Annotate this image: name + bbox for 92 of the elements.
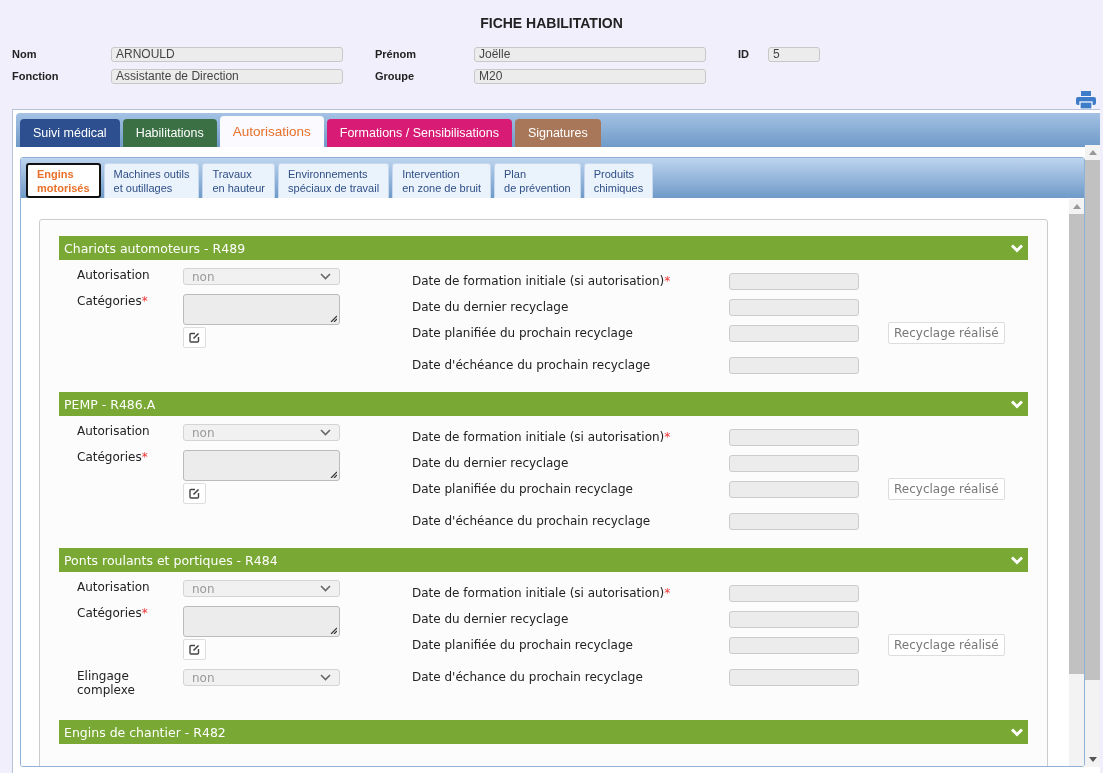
date-field[interactable]	[729, 668, 859, 686]
field-label: Date d'échéance du prochain recyclage	[412, 514, 652, 528]
field-label: Catégories*	[77, 450, 149, 466]
date-field[interactable]	[729, 636, 859, 654]
tab[interactable]: Signatures	[514, 119, 601, 147]
tab[interactable]: Autorisations	[219, 116, 324, 147]
scrollbar[interactable]	[1069, 199, 1084, 766]
field-label: Date de formation initiale (si autorisation)*	[412, 586, 672, 600]
recycling-done-button[interactable]: Recyclage réalisé	[888, 634, 1005, 656]
field-label: Autorisation	[77, 580, 151, 596]
select-field[interactable]: non	[183, 268, 340, 285]
section-title: Chariots automoteurs - R489	[64, 240, 246, 256]
input-field[interactable]: M20	[474, 68, 706, 84]
input-field[interactable]: Assistante de Direction	[111, 68, 343, 84]
edit-button[interactable]	[183, 327, 206, 348]
section-title: Engins de chantier - R482	[64, 724, 226, 740]
date-field[interactable]	[729, 584, 859, 602]
tab[interactable]: Intervention en zone de bruit	[392, 163, 491, 198]
recycling-done-button[interactable]: Recyclage réalisé	[888, 478, 1005, 500]
field-label: Date du dernier recyclage	[412, 612, 570, 626]
select-field[interactable]: non	[183, 669, 340, 686]
date-field[interactable]	[729, 324, 859, 342]
scroll-up-icon[interactable]	[1072, 204, 1081, 209]
chevron-down-icon	[320, 273, 331, 280]
field-label: Date du dernier recyclage	[412, 300, 570, 314]
field-label: Groupe	[375, 70, 416, 82]
edit-icon	[189, 488, 200, 499]
tab[interactable]: Produits chimiques	[583, 163, 654, 198]
chevron-down-icon	[320, 429, 331, 436]
date-field[interactable]	[729, 610, 859, 628]
resize-grip-icon[interactable]	[330, 627, 337, 634]
field-label: Autorisation	[77, 424, 151, 440]
section-title: Ponts roulants et portiques - R484	[64, 552, 278, 568]
scroll-up-icon[interactable]	[1088, 150, 1097, 155]
section-title: PEMP - R486.A	[64, 396, 156, 412]
section-header[interactable]: PEMP - R486.A	[59, 392, 1028, 416]
input-field[interactable]: 5	[768, 46, 820, 62]
field-label: Date d'échéance du prochain recyclage	[412, 358, 652, 372]
input-field[interactable]: ARNOULD	[111, 46, 343, 62]
field-label: Date planifiée du prochain recyclage	[412, 638, 634, 652]
date-field[interactable]	[729, 298, 859, 316]
tab[interactable]: Travaux en hauteur	[202, 163, 275, 198]
date-field[interactable]	[729, 428, 859, 446]
input-field[interactable]: Joëlle	[474, 46, 706, 62]
chevron-down-icon	[320, 674, 331, 681]
section-header[interactable]: Engins de chantier - R482	[59, 720, 1028, 744]
resize-grip-icon[interactable]	[330, 471, 337, 478]
tab[interactable]: Formations / Sensibilisations	[326, 119, 512, 147]
chevron-down-icon	[320, 585, 331, 592]
chevron-down-icon[interactable]	[1011, 727, 1023, 737]
tab[interactable]: Environnements spéciaux de travail	[278, 163, 390, 198]
edit-icon	[189, 644, 200, 655]
edit-button[interactable]	[183, 639, 206, 660]
field-label: Autorisation	[77, 268, 151, 284]
field-label: Prénom	[375, 48, 417, 60]
tab[interactable]: Plan de prévention	[494, 163, 581, 198]
date-field[interactable]	[729, 454, 859, 472]
field-label: Date de formation initiale (si autorisation)*	[412, 274, 672, 288]
edit-button[interactable]	[183, 483, 206, 504]
print-icon[interactable]	[1076, 91, 1096, 109]
section-header[interactable]: Ponts roulants et portiques - R484	[59, 548, 1028, 572]
resize-grip-icon[interactable]	[330, 315, 337, 322]
field-label: Date d'échance du prochain recyclage	[412, 670, 644, 684]
chevron-down-icon[interactable]	[1011, 243, 1023, 253]
edit-icon	[189, 332, 200, 343]
field-label: Nom	[12, 48, 38, 60]
field-label: Date planifiée du prochain recyclage	[412, 326, 634, 340]
date-field[interactable]	[729, 512, 859, 530]
page-title: FICHE HABILITATION	[479, 14, 624, 33]
tab[interactable]: Suivi médical	[20, 119, 120, 147]
field-label: ID	[738, 48, 750, 60]
select-field[interactable]: non	[183, 424, 340, 441]
chevron-down-icon[interactable]	[1011, 399, 1023, 409]
field-label: Elingage complexe	[77, 669, 136, 697]
scroll-down-icon[interactable]	[1088, 757, 1097, 762]
date-field[interactable]	[729, 272, 859, 290]
scrollbar[interactable]	[1085, 145, 1100, 767]
recycling-done-button[interactable]: Recyclage réalisé	[888, 322, 1005, 344]
field-label: Catégories*	[77, 606, 149, 622]
field-label: Date de formation initiale (si autorisation)*	[412, 430, 672, 444]
date-field[interactable]	[729, 480, 859, 498]
field-label: Date planifiée du prochain recyclage	[412, 482, 634, 496]
section-header[interactable]: Chariots automoteurs - R489	[59, 236, 1028, 260]
chevron-down-icon[interactable]	[1011, 555, 1023, 565]
field-label: Fonction	[12, 70, 60, 82]
field-label: Date du dernier recyclage	[412, 456, 570, 470]
date-field[interactable]	[729, 356, 859, 374]
field-label: Catégories*	[77, 294, 149, 310]
tab[interactable]: Engins motorisés	[26, 163, 101, 198]
tab[interactable]: Machines outils et outillages	[103, 163, 200, 198]
tab[interactable]: Habilitations	[122, 119, 217, 147]
select-field[interactable]: non	[183, 580, 340, 597]
